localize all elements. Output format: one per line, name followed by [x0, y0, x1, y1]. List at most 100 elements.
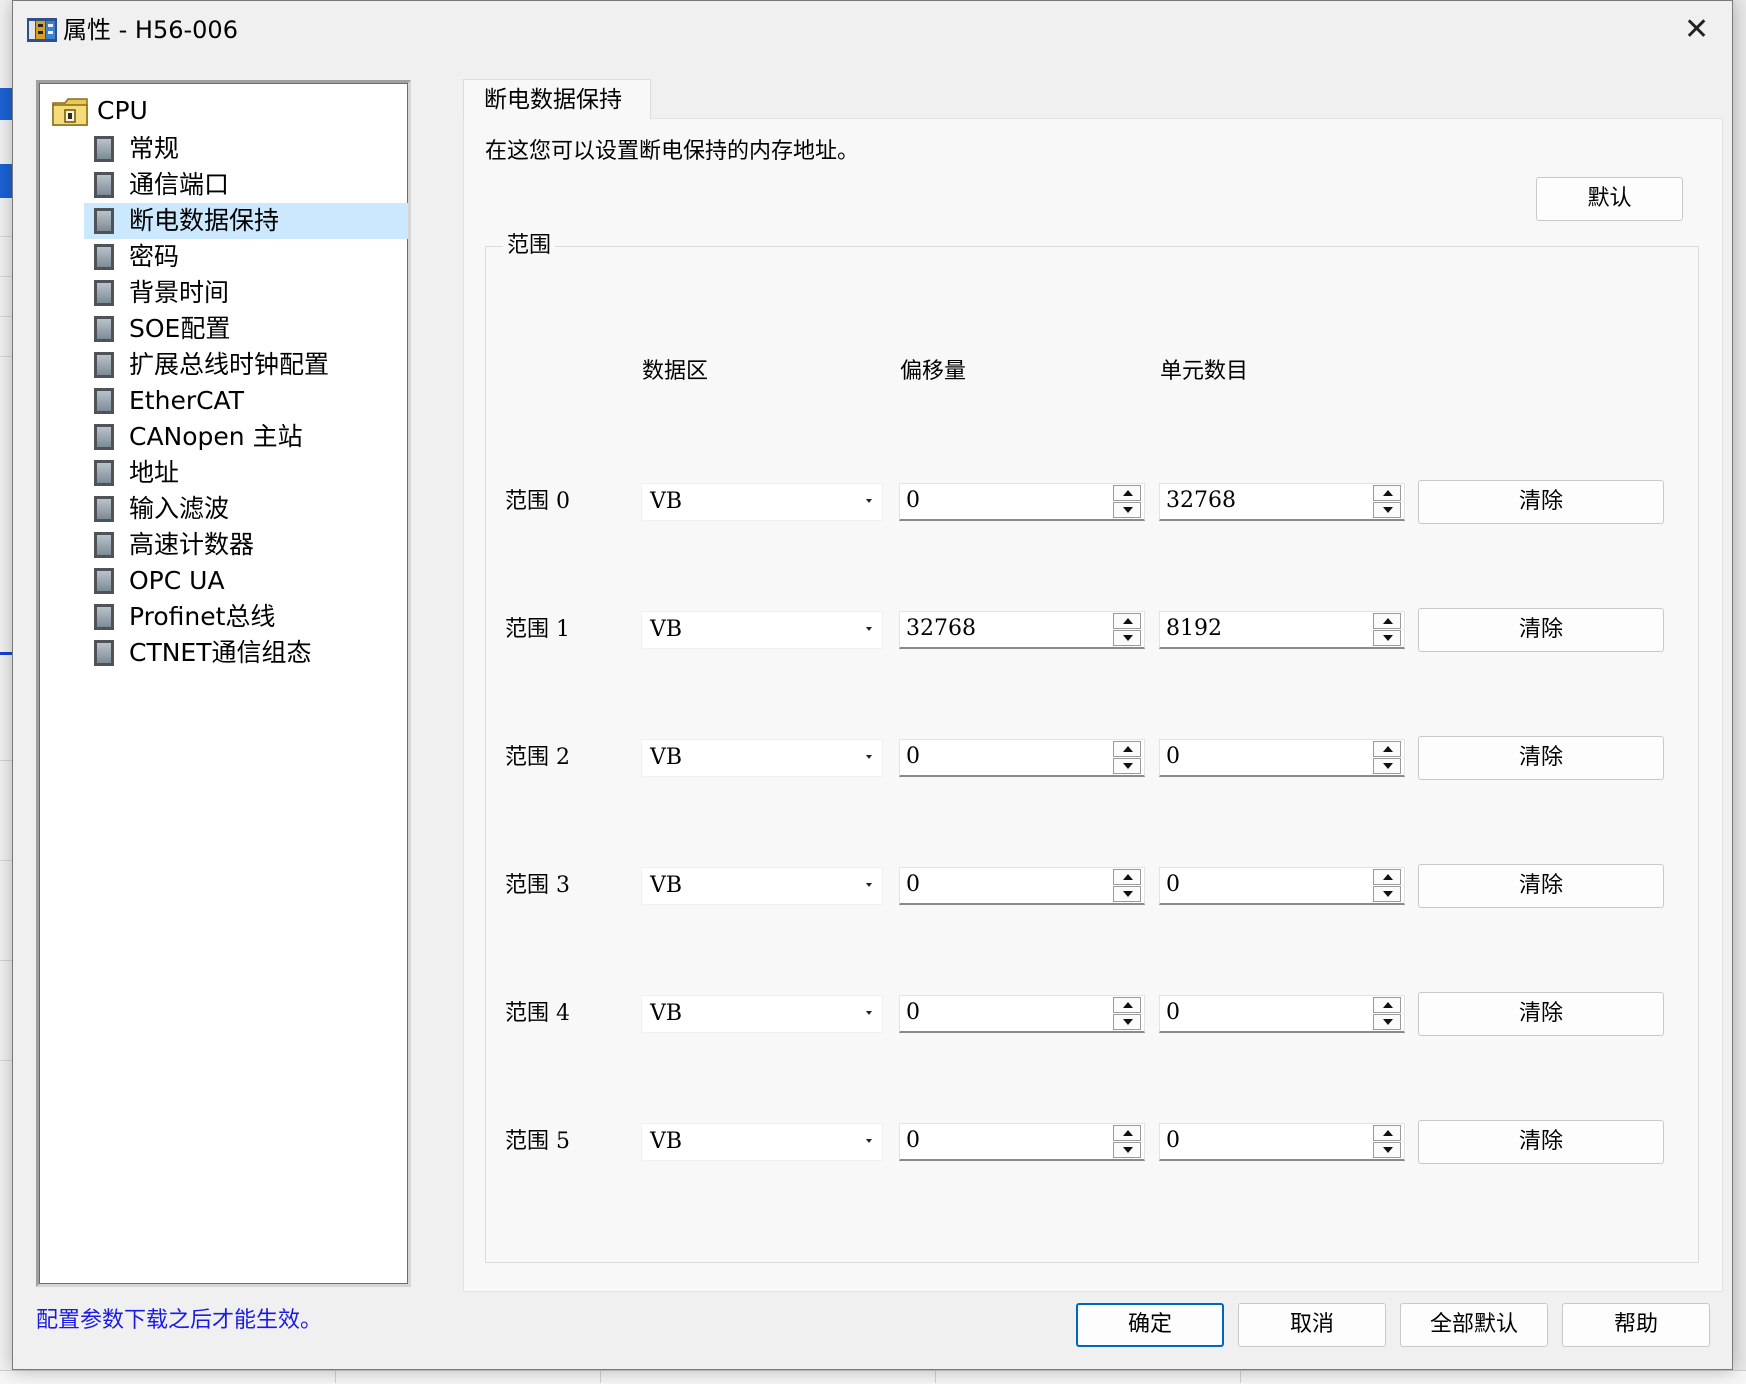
- clear-button[interactable]: 清除: [1418, 736, 1664, 780]
- plc-app-icon: [27, 18, 57, 42]
- spin-down-button[interactable]: [1373, 758, 1401, 774]
- tab-retentive-data[interactable]: 断电数据保持: [463, 79, 651, 119]
- tree-item-comm-ports[interactable]: 通信端口: [84, 167, 408, 203]
- down-arrow-icon: [1123, 507, 1133, 513]
- spin-down-button[interactable]: [1113, 502, 1141, 518]
- data-area-select[interactable]: VB: [641, 611, 883, 649]
- spin-down-button[interactable]: [1373, 630, 1401, 646]
- spin-up-button[interactable]: [1113, 997, 1141, 1013]
- dropdown-arrow-icon[interactable]: [866, 883, 872, 887]
- tree-item-opc-ua[interactable]: OPC UA: [84, 563, 408, 599]
- data-area-select[interactable]: VB: [641, 995, 883, 1033]
- tree-item-label: 断电数据保持: [129, 206, 280, 235]
- tree-item-address[interactable]: 地址: [84, 455, 408, 491]
- count-spinbox[interactable]: 0: [1159, 995, 1405, 1033]
- clear-button[interactable]: 清除: [1418, 608, 1664, 652]
- tree-item-label: 地址: [129, 458, 180, 487]
- spin-up-button[interactable]: [1373, 869, 1401, 885]
- tree-item-ethercat[interactable]: EtherCAT: [84, 383, 408, 419]
- dropdown-arrow-icon[interactable]: [866, 627, 872, 631]
- spin-up-button[interactable]: [1373, 613, 1401, 629]
- clear-button[interactable]: 清除: [1418, 480, 1664, 524]
- offset-spinbox[interactable]: 0: [899, 1123, 1145, 1161]
- offset-spinbox[interactable]: 0: [899, 483, 1145, 521]
- count-value: 8192: [1166, 616, 1222, 641]
- range-label: 范围 4: [505, 1001, 570, 1026]
- spin-up-button[interactable]: [1113, 869, 1141, 885]
- folder-icon: [52, 98, 88, 126]
- spin-down-button[interactable]: [1373, 502, 1401, 518]
- spin-up-button[interactable]: [1373, 485, 1401, 501]
- spin-up-button[interactable]: [1113, 485, 1141, 501]
- tree-item-high-speed-counter[interactable]: 高速计数器: [84, 527, 408, 563]
- spin-down-button[interactable]: [1113, 1014, 1141, 1030]
- help-button[interactable]: 帮助: [1562, 1303, 1710, 1347]
- tree-item-soe-config[interactable]: SOE配置: [84, 311, 408, 347]
- count-spin-buttons: [1373, 997, 1403, 1031]
- spin-up-button[interactable]: [1373, 997, 1401, 1013]
- title-bar[interactable]: 属性 - H56-006 ✕: [13, 1, 1732, 59]
- spin-down-button[interactable]: [1113, 758, 1141, 774]
- tree-item-input-filter[interactable]: 输入滤波: [84, 491, 408, 527]
- tree-item-password[interactable]: 密码: [84, 239, 408, 275]
- tree-item-expansion-bus-clock[interactable]: 扩展总线时钟配置: [84, 347, 408, 383]
- spin-down-button[interactable]: [1113, 886, 1141, 902]
- close-button[interactable]: ✕: [1662, 1, 1732, 59]
- tree-item-ctnet[interactable]: CTNET通信组态: [84, 635, 408, 671]
- spin-up-button[interactable]: [1373, 741, 1401, 757]
- tree-item-profinet[interactable]: Profinet总线: [84, 599, 408, 635]
- tree-item-background-time[interactable]: 背景时间: [84, 275, 408, 311]
- clear-button[interactable]: 清除: [1418, 992, 1664, 1036]
- up-arrow-icon: [1383, 746, 1393, 752]
- cancel-button[interactable]: 取消: [1238, 1303, 1386, 1347]
- range-label: 范围 0: [505, 489, 570, 514]
- data-area-select[interactable]: VB: [641, 483, 883, 521]
- dropdown-arrow-icon[interactable]: [866, 499, 872, 503]
- dropdown-arrow-icon[interactable]: [866, 755, 872, 759]
- offset-spinbox[interactable]: 0: [899, 995, 1145, 1033]
- offset-spinbox[interactable]: 32768: [899, 611, 1145, 649]
- spin-down-button[interactable]: [1113, 1142, 1141, 1158]
- offset-spinbox[interactable]: 0: [899, 739, 1145, 777]
- count-spinbox[interactable]: 32768: [1159, 483, 1405, 521]
- count-spinbox[interactable]: 0: [1159, 739, 1405, 777]
- category-tree[interactable]: CPU 常规 通信端口 断电数据保持 密码 背景时间 SOE配置 扩展总线时钟配…: [36, 80, 411, 1287]
- down-arrow-icon: [1123, 763, 1133, 769]
- dropdown-arrow-icon[interactable]: [866, 1011, 872, 1015]
- clear-button[interactable]: 清除: [1418, 1120, 1664, 1164]
- count-spinbox[interactable]: 0: [1159, 1123, 1405, 1161]
- spin-up-button[interactable]: [1373, 1125, 1401, 1141]
- offset-spinbox[interactable]: 0: [899, 867, 1145, 905]
- ok-button[interactable]: 确定: [1076, 1303, 1224, 1347]
- all-default-button[interactable]: 全部默认: [1400, 1303, 1548, 1347]
- background-gridline: [600, 1370, 601, 1383]
- tree-item-general[interactable]: 常规: [84, 131, 408, 167]
- data-area-select[interactable]: VB: [641, 867, 883, 905]
- up-arrow-icon: [1383, 490, 1393, 496]
- data-area-select[interactable]: VB: [641, 739, 883, 777]
- default-button[interactable]: 默认: [1536, 177, 1683, 221]
- spin-up-button[interactable]: [1113, 613, 1141, 629]
- spin-down-button[interactable]: [1373, 1014, 1401, 1030]
- up-arrow-icon: [1123, 874, 1133, 880]
- clear-button[interactable]: 清除: [1418, 864, 1664, 908]
- up-arrow-icon: [1123, 746, 1133, 752]
- spin-down-button[interactable]: [1373, 886, 1401, 902]
- count-value: 0: [1166, 1000, 1180, 1025]
- spin-up-button[interactable]: [1113, 741, 1141, 757]
- tree-item-canopen-master[interactable]: CANopen 主站: [84, 419, 408, 455]
- page-icon: [94, 352, 114, 378]
- down-arrow-icon: [1123, 1019, 1133, 1025]
- spin-down-button[interactable]: [1373, 1142, 1401, 1158]
- data-area-select[interactable]: VB: [641, 1123, 883, 1161]
- count-spinbox[interactable]: 8192: [1159, 611, 1405, 649]
- spin-up-button[interactable]: [1113, 1125, 1141, 1141]
- tab-label: 断电数据保持: [484, 87, 622, 113]
- dropdown-arrow-icon[interactable]: [866, 1139, 872, 1143]
- tree-item-retentive-data[interactable]: 断电数据保持: [84, 203, 408, 239]
- tree-item-label: CANopen 主站: [129, 422, 303, 451]
- up-arrow-icon: [1123, 1130, 1133, 1136]
- count-spinbox[interactable]: 0: [1159, 867, 1405, 905]
- spin-down-button[interactable]: [1113, 630, 1141, 646]
- tree-item-label: Profinet总线: [129, 602, 276, 631]
